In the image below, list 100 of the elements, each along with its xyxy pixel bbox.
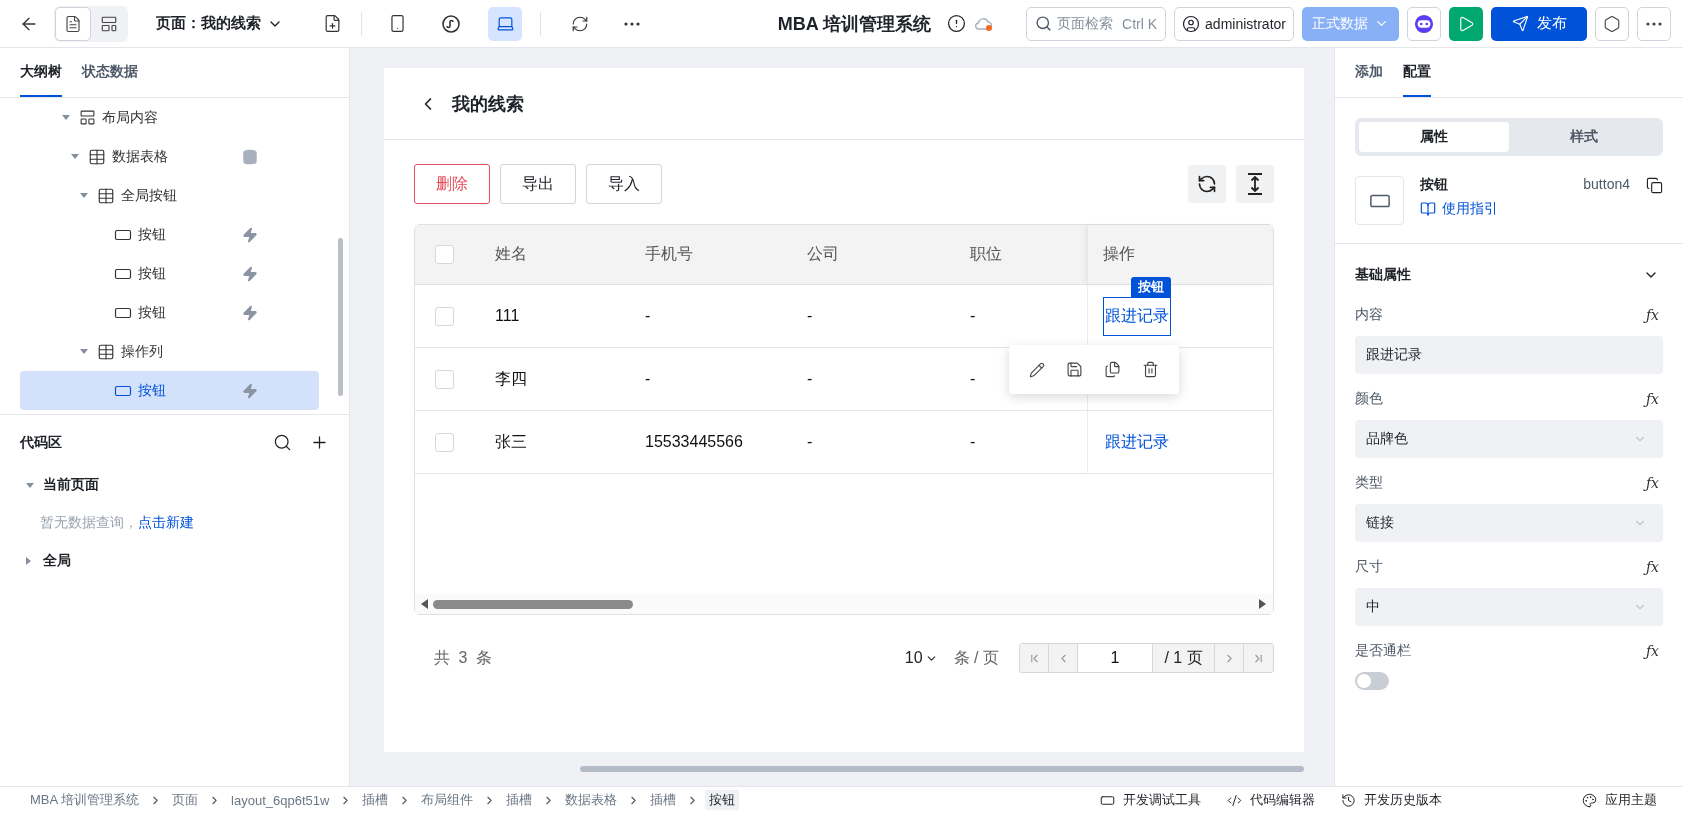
breadcrumb-item[interactable]: 插槽 [358, 790, 393, 810]
total-count: 共 3 条 [434, 647, 494, 668]
breadcrumb-item[interactable]: 数据表格 [561, 790, 622, 810]
row-height-button[interactable] [1236, 165, 1274, 203]
tree-item[interactable]: 数据表格 [20, 137, 319, 176]
tree-item[interactable]: 全局按钮 [20, 176, 319, 215]
refresh-button[interactable] [1188, 165, 1226, 203]
breadcrumb-item[interactable]: 按钮 [705, 790, 740, 810]
column-header: 职位 [955, 225, 1087, 285]
page-selector[interactable]: 页面：我的线索 [150, 13, 289, 34]
action-button[interactable]: 导出 [500, 164, 576, 204]
table-cell: 李四 [475, 348, 630, 411]
component-id: button4 [1583, 176, 1630, 194]
save-icon[interactable] [1066, 361, 1084, 378]
select-field[interactable]: 中 [1355, 588, 1663, 626]
formula-button[interactable]: ƒx [1645, 391, 1659, 407]
page-view-button[interactable] [55, 6, 91, 41]
formula-button[interactable]: ƒx [1645, 643, 1659, 659]
table-cell: - [792, 411, 955, 474]
formula-button[interactable]: ƒx [1645, 475, 1659, 491]
select-field[interactable]: 品牌色 [1355, 420, 1663, 458]
breadcrumb-item[interactable]: 插槽 [646, 790, 681, 810]
copy-icon[interactable] [1646, 177, 1663, 194]
panel-tab[interactable]: 配置 [1403, 48, 1431, 97]
tool-link[interactable]: 开发调试工具 [1100, 791, 1201, 809]
info-icon[interactable] [947, 14, 967, 33]
theme-link[interactable]: 应用主题 [1605, 791, 1657, 809]
field-label: 颜色 [1355, 390, 1383, 408]
more-icon [1646, 21, 1662, 26]
follow-up-link[interactable]: 跟进记录 [1103, 422, 1171, 462]
delete-button[interactable]: 删除 [414, 164, 490, 204]
breadcrumb-item[interactable]: 插槽 [502, 790, 537, 810]
panel-tab[interactable]: 状态数据 [82, 48, 138, 97]
guide-link[interactable]: 使用指引 [1420, 200, 1568, 218]
table-cell: 张三 [475, 411, 630, 474]
robot-icon [1414, 12, 1434, 35]
document-icon [64, 14, 82, 33]
settings-button[interactable] [1595, 6, 1629, 41]
tool-link[interactable]: 代码编辑器 [1227, 791, 1315, 809]
tree-item[interactable]: 按钮 [20, 215, 319, 254]
app-title: MBA 培训管理系统 [777, 12, 932, 36]
refresh-icon [1197, 174, 1217, 194]
text-field[interactable]: 跟进记录 [1355, 336, 1663, 374]
refresh-icon [571, 14, 589, 33]
segment-tab[interactable]: 样式 [1509, 122, 1659, 152]
breadcrumb-item[interactable]: 布局组件 [417, 790, 478, 810]
caret-icon[interactable] [71, 154, 79, 159]
preview-button[interactable] [1449, 6, 1483, 41]
add-icon[interactable] [310, 433, 329, 452]
segment-tab[interactable]: 属性 [1359, 122, 1509, 152]
row-checkbox[interactable] [435, 432, 454, 452]
breadcrumb-item[interactable]: MBA 培训管理系统 [26, 790, 144, 810]
panel-tab[interactable]: 大纲树 [20, 48, 62, 97]
formula-button[interactable]: ƒx [1645, 307, 1659, 323]
action-button[interactable]: 导入 [586, 164, 662, 204]
section-header[interactable]: 基础属性 [1335, 244, 1683, 290]
play-icon [1457, 14, 1475, 33]
follow-up-link[interactable]: 跟进记录 [1103, 296, 1171, 336]
select-all-checkbox[interactable] [435, 245, 454, 264]
caret-icon[interactable] [80, 193, 88, 198]
page-input[interactable]: 1 [1078, 644, 1153, 672]
formula-button[interactable]: ƒx [1645, 559, 1659, 575]
page-size-selector[interactable]: 10 [898, 648, 944, 668]
caret-icon [26, 557, 31, 565]
scroll-left-icon[interactable] [421, 599, 429, 609]
publish-button[interactable]: 发布 [1491, 6, 1587, 41]
breadcrumb-item[interactable]: 页面 [168, 790, 203, 810]
search-icon[interactable] [273, 433, 292, 452]
component-name: 按钮 [1420, 176, 1449, 194]
copy-icon[interactable] [1103, 361, 1121, 378]
tree-item[interactable]: 布局内容 [20, 98, 319, 137]
row-checkbox[interactable] [435, 369, 454, 389]
layout-icon [79, 109, 96, 126]
code-section-header[interactable]: 全局 [0, 540, 349, 582]
field-label: 类型 [1355, 474, 1383, 492]
select-field[interactable]: 链接 [1355, 504, 1663, 542]
edit-icon[interactable] [1029, 361, 1046, 378]
assistant-button[interactable] [1407, 6, 1441, 41]
tool-link[interactable]: 开发历史版本 [1341, 791, 1442, 809]
breadcrumb-item[interactable]: layout_6qp6t51w [227, 791, 334, 809]
code-section-header[interactable]: 当前页面 [0, 464, 349, 506]
create-link[interactable]: 点击新建 [138, 514, 194, 530]
tree-item[interactable]: 按钮 [20, 254, 319, 293]
table-cell: 111 [475, 285, 630, 348]
panel-tab[interactable]: 添加 [1355, 48, 1383, 97]
tree-item[interactable]: 操作列 [20, 332, 319, 371]
delete-icon[interactable] [1141, 361, 1159, 378]
toggle-switch[interactable] [1355, 672, 1389, 690]
user-menu-button[interactable]: administrator [1174, 6, 1294, 41]
caret-icon[interactable] [80, 349, 88, 354]
table-cell: - [630, 348, 792, 411]
button-component-icon [1355, 176, 1404, 225]
scrollbar-thumb[interactable] [433, 599, 633, 609]
tree-item[interactable]: 按钮 [20, 371, 319, 410]
code-icon [1227, 792, 1242, 808]
laptop-view-button[interactable] [488, 6, 522, 41]
scroll-right-icon[interactable] [1259, 599, 1267, 609]
tree-item[interactable]: 按钮 [20, 293, 319, 332]
row-checkbox[interactable] [435, 306, 454, 326]
caret-icon[interactable] [62, 115, 70, 120]
